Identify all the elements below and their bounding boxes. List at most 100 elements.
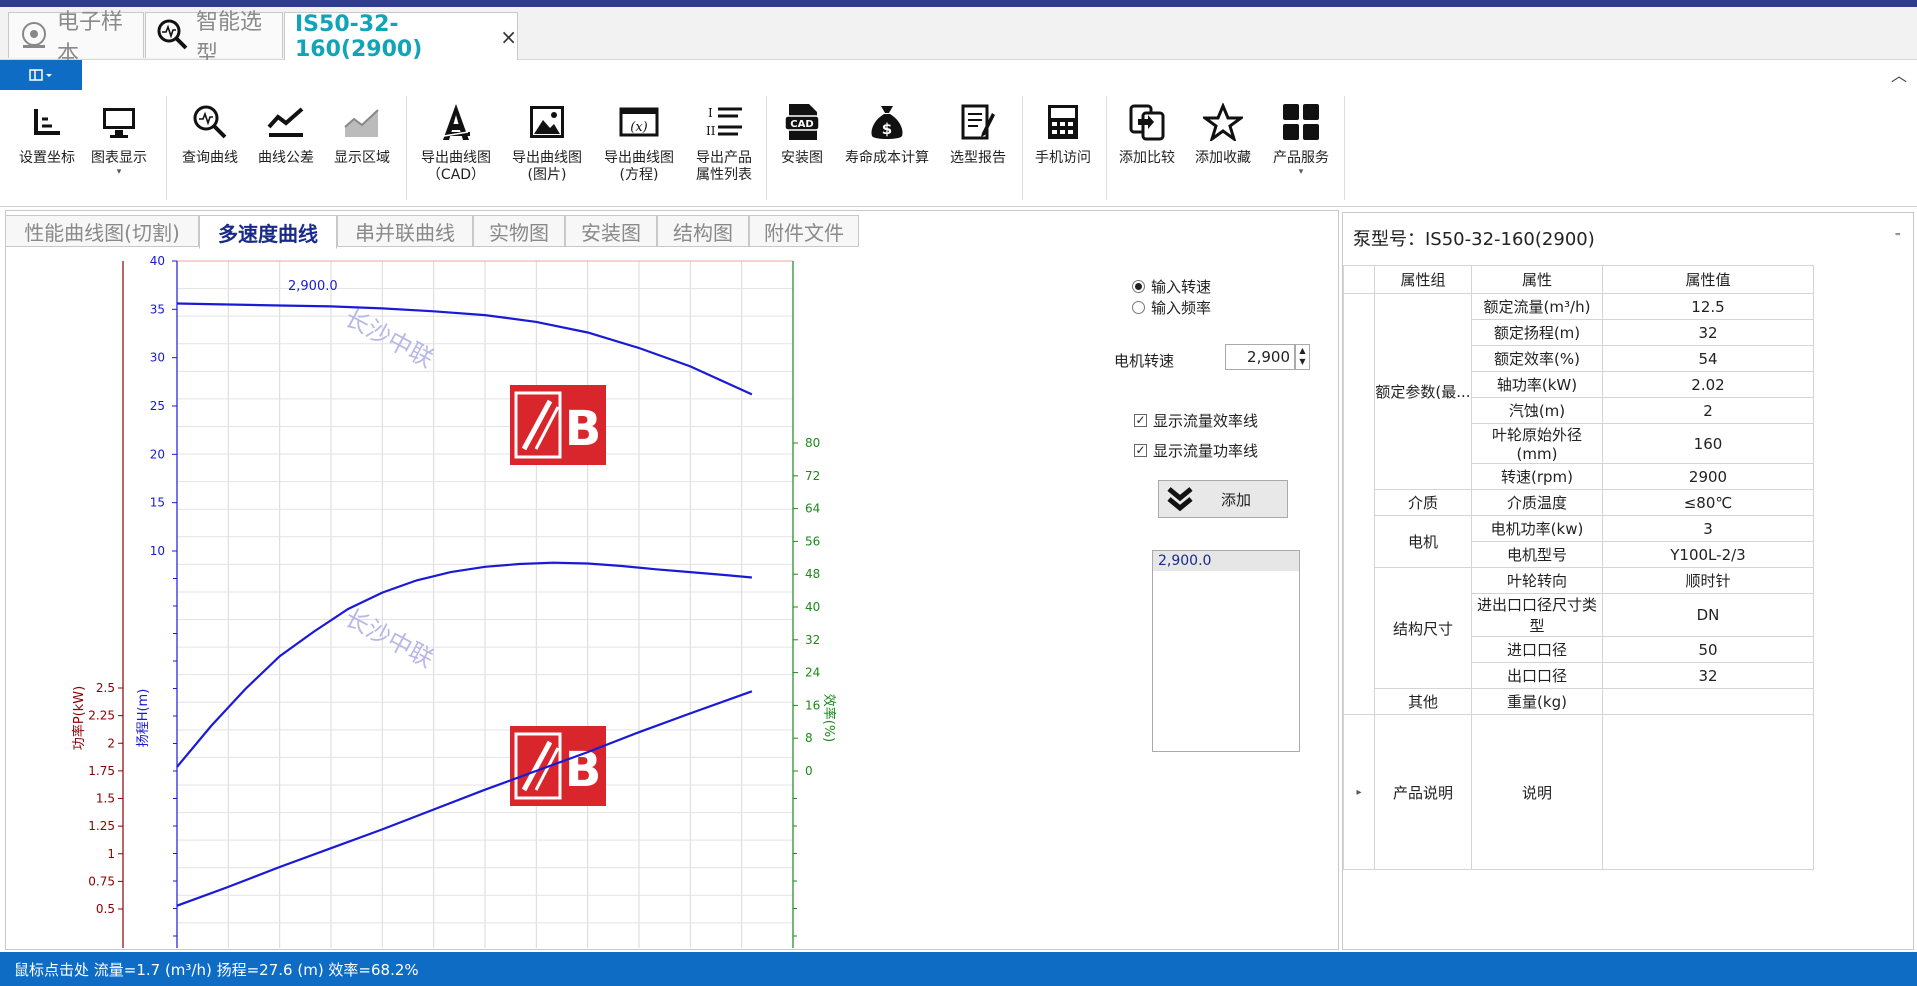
table-row[interactable]: 电机 电机功率(kw) 3 <box>1344 515 1814 568</box>
svg-text:CAD: CAD <box>790 119 813 130</box>
checkbox-show-efficiency[interactable]: ✓ 显示流量效率线 <box>1134 410 1258 431</box>
property-value-cell: 2900 <box>1602 463 1814 490</box>
axis-icon <box>10 94 84 150</box>
life-cost-button[interactable]: $ 寿命成本计算 <box>834 94 940 167</box>
subtab-multi-speed[interactable]: 多速度曲线 <box>199 215 337 249</box>
property-name-cell: 额定扬程(m) <box>1471 319 1603 346</box>
performance-chart[interactable]: 01.534.567.5910.51213.51516.518流量Q(m³/h)… <box>5 248 1105 948</box>
compare-icon <box>1110 94 1184 150</box>
motor-speed-label: 电机转速 <box>1114 352 1175 370</box>
speed-list[interactable]: 2,900.0 <box>1152 550 1300 752</box>
property-value-cell: ≤80℃ <box>1602 489 1814 516</box>
add-compare-button[interactable]: 添加比较 <box>1110 94 1184 167</box>
list-item[interactable]: 2,900.0 <box>1153 551 1299 571</box>
curve-tolerance-button[interactable]: 曲线公差 <box>248 94 324 167</box>
chart-curves <box>176 302 753 907</box>
motor-speed-input[interactable]: 2,900 <box>1225 344 1295 370</box>
list-icon: I II <box>686 94 762 150</box>
chart-axes: 01.534.567.5910.51213.51516.518流量Q(m³/h)… <box>71 254 837 948</box>
ribbon-separator <box>1344 96 1345 200</box>
svg-text:$: $ <box>882 120 892 138</box>
export-attributes-button[interactable]: I II 导出产品 属性列表 <box>686 94 762 184</box>
table-row[interactable]: ▸ 产品说明 说明 <box>1343 714 1814 870</box>
property-group-cell: 额定参数(最... <box>1374 293 1472 490</box>
product-service-button[interactable]: 产品服务 ▾ <box>1264 94 1338 177</box>
subtab-attachments[interactable]: 附件文件 <box>749 215 859 247</box>
power-tick-label: 2.5 <box>96 681 115 695</box>
add-favorite-button[interactable]: 添加收藏 <box>1186 94 1260 167</box>
head-tick-label: 20 <box>150 447 165 461</box>
efficiency-tick-label: 32 <box>805 633 820 647</box>
table-row[interactable]: 介质 介质温度 ≤80℃ <box>1344 489 1814 516</box>
check-icon: ✓ <box>1134 413 1147 427</box>
install-drawing-button[interactable]: CAD 安装图 <box>770 94 834 167</box>
zlb-logo: B <box>510 726 606 806</box>
export-cad-button[interactable]: 导出曲线图 （CAD） <box>412 94 500 184</box>
selection-report-button[interactable]: 选型报告 <box>940 94 1016 167</box>
mobile-access-button[interactable]: 手机访问 <box>1026 94 1100 167</box>
radio-input-speed[interactable]: 输入转速 <box>1132 276 1211 297</box>
pump-model-title: 泵型号：IS50-32-160(2900) <box>1353 229 1595 250</box>
ribbon-separator <box>1106 96 1107 200</box>
ribbon-label: 添加比较 <box>1119 150 1175 166</box>
title-bar <box>0 0 1917 7</box>
radio-dot <box>1132 280 1145 293</box>
svg-text:II: II <box>706 124 716 138</box>
head-tick-label: 35 <box>150 302 165 316</box>
chart-display-button[interactable]: 图表显示 ▾ <box>84 94 154 177</box>
property-group-cell: 产品说明 <box>1374 714 1472 870</box>
subtab-performance-cut[interactable]: 性能曲线图(切割) <box>5 215 199 247</box>
tab-e-catalog[interactable]: 电子样本 <box>8 10 144 67</box>
subtab-series-parallel[interactable]: 串并联曲线 <box>337 215 473 247</box>
speed-spinner[interactable]: ▲ ▼ <box>1295 344 1310 370</box>
chevron-down-icon: ▾ <box>1298 167 1304 177</box>
checkbox-show-power[interactable]: ✓ 显示流量功率线 <box>1134 440 1258 461</box>
pin-icon[interactable]: ⁼ <box>1895 229 1901 243</box>
query-curve-button[interactable]: 查询曲线 <box>172 94 248 167</box>
ribbon-menu-button[interactable] <box>0 60 82 90</box>
chevron-down-icon: ▾ <box>116 167 122 177</box>
property-group-cell: 其他 <box>1374 688 1472 715</box>
document-tab-strip: 电子样本 智能选型 IS50-32-160(2900) × <box>0 7 1917 67</box>
table-header-row: 属性组 属性 属性值 <box>1343 265 1814 294</box>
money-bag-icon: $ <box>834 94 940 150</box>
status-text: 鼠标点击处 流量=1.7 (m³/h) 扬程=27.6 (m) 效率=68.2% <box>14 960 419 979</box>
ribbon-separator <box>766 96 767 200</box>
tab-smart-selection[interactable]: 智能选型 <box>145 10 283 67</box>
property-value-cell: 3 <box>1602 515 1814 542</box>
row-marker-cell <box>1343 293 1375 715</box>
tab-pump-model[interactable]: IS50-32-160(2900) × <box>284 11 518 62</box>
svg-text:B: B <box>565 742 602 798</box>
subtab-structure[interactable]: 结构图 <box>657 215 749 247</box>
radio-input-frequency[interactable]: 输入频率 <box>1132 297 1211 318</box>
efficiency-tick-label: 56 <box>805 534 820 548</box>
ribbon-label: 导出曲线图 (方程) <box>604 150 674 183</box>
head-tick-label: 10 <box>150 544 165 558</box>
ribbon-toolbar: 设置坐标 图表显示 ▾ 查询曲线 曲线公差 显示区域 导出曲线图 （CAD） 导… <box>0 90 1917 207</box>
property-value-cell: 32 <box>1602 319 1814 346</box>
property-group-cell: 介质 <box>1374 489 1472 516</box>
property-name-cell: 轴功率(kW) <box>1471 371 1603 398</box>
property-name-cell: 进口口径 <box>1471 636 1603 663</box>
close-icon[interactable]: × <box>500 25 517 49</box>
table-row[interactable]: 结构尺寸 叶轮转向 顺时针 <box>1344 567 1814 689</box>
export-cad-icon <box>412 94 500 150</box>
property-value-cell: 2 <box>1602 397 1814 424</box>
subtab-install[interactable]: 安装图 <box>565 215 657 247</box>
table-row[interactable]: 额定参数(最... 额定流量(m³/h) 12.5 <box>1343 293 1814 715</box>
ribbon-label: 显示区域 <box>334 150 390 166</box>
set-axis-button[interactable]: 设置坐标 <box>10 94 84 167</box>
efficiency-tick-label: 48 <box>805 567 820 581</box>
chevron-up-icon[interactable]: ︿ <box>1891 62 1907 86</box>
export-equation-button[interactable]: (x) 导出曲线图 (方程) <box>594 94 684 184</box>
tab-label: IS50-32-160(2900) <box>295 11 423 62</box>
phone-icon <box>1026 94 1100 150</box>
pump-icon <box>19 19 49 53</box>
efficiency-tick-label: 0 <box>805 764 813 778</box>
export-image-button[interactable]: 导出曲线图 (图片) <box>502 94 592 184</box>
add-button[interactable]: 添加 <box>1158 480 1288 518</box>
check-icon: ✓ <box>1134 443 1147 457</box>
subtab-photo[interactable]: 实物图 <box>473 215 565 247</box>
display-area-button[interactable]: 显示区域 <box>324 94 400 167</box>
table-row[interactable]: 其他 重量(kg) <box>1344 688 1814 715</box>
